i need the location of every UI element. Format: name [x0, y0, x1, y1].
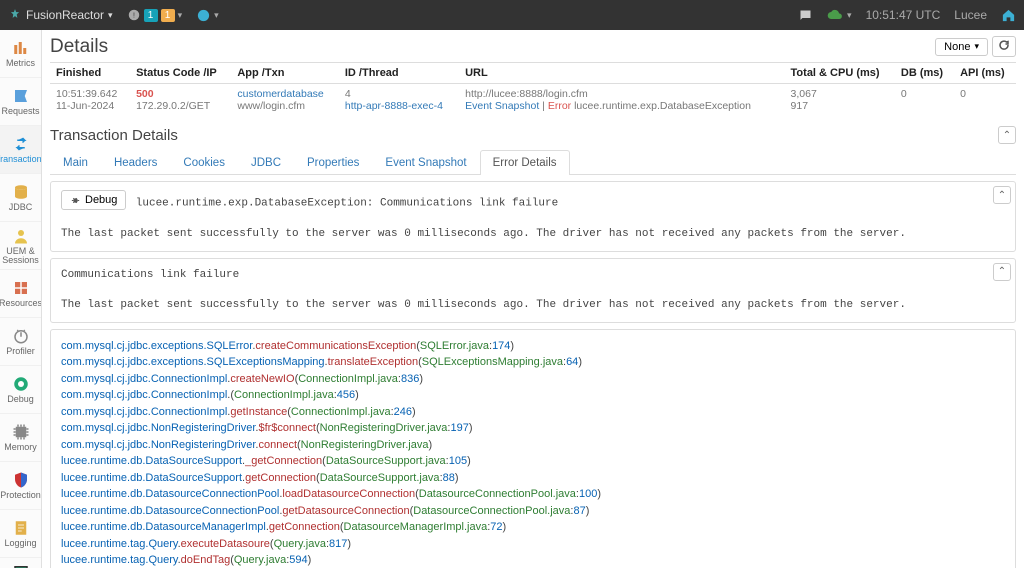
col-idthread: ID /Thread [339, 63, 459, 84]
sidebar-item-memory[interactable]: Memory [0, 414, 41, 462]
url-text: http://lucee:8888/login.cfm [465, 88, 778, 100]
stack-frame: com.mysql.cj.jdbc.ConnectionImpl.getInst… [61, 404, 1005, 421]
status-code: 500 [136, 88, 225, 100]
error-headline: lucee.runtime.exp.DatabaseException: Com… [136, 198, 558, 210]
comm-failure: Communications link failure [61, 267, 1005, 284]
chat-icon[interactable] [798, 8, 813, 23]
tab-error-details[interactable]: Error Details [480, 150, 570, 175]
badge-info: 1 [144, 9, 158, 22]
tab-jdbc[interactable]: JDBC [238, 150, 294, 175]
stack-frame: com.mysql.cj.jdbc.NonRegisteringDriver.$… [61, 420, 1005, 437]
caret-down-icon: ▾ [974, 41, 979, 52]
brand-label: FusionReactor [26, 8, 104, 22]
svg-text:!: ! [133, 12, 135, 19]
sidebar-item-debug[interactable]: Debug [0, 366, 41, 414]
user-label[interactable]: Lucee [954, 8, 987, 22]
stacktrace-panel: com.mysql.cj.jdbc.exceptions.SQLError.cr… [50, 329, 1016, 568]
finished-time: 10:51:39.642 [56, 88, 124, 100]
refresh-button[interactable] [992, 36, 1016, 57]
caret-down-icon: ▾ [847, 10, 852, 21]
total-time: 3,067 [791, 88, 889, 100]
stack-frame: lucee.runtime.db.DatasourceConnectionPoo… [61, 503, 1005, 520]
tab-main[interactable]: Main [50, 150, 101, 175]
db-time: 0 [895, 84, 954, 117]
top-navbar: FusionReactor ▾ ! 1 1 ▾ ▾ ▾ 10:51:47 UTC… [0, 0, 1024, 30]
stacktrace: com.mysql.cj.jdbc.exceptions.SQLError.cr… [51, 330, 1015, 568]
error-label: Error [548, 100, 571, 112]
sidebar-item-protection[interactable]: Protection [0, 462, 41, 510]
panel-collapse-button[interactable]: ⌃ [993, 263, 1011, 281]
notifications-menu[interactable]: ! 1 1 ▾ [127, 8, 183, 22]
tabs: MainHeadersCookiesJDBCPropertiesEvent Sn… [50, 150, 1016, 175]
stack-frame: com.mysql.cj.jdbc.exceptions.SQLExceptio… [61, 354, 1005, 371]
sidebar-item-requests[interactable]: Requests [0, 78, 41, 126]
detail-row: 10:51:39.642 11-Jun-2024 500 172.29.0.2/… [50, 84, 1016, 117]
section-collapse-button[interactable]: ⌃ [998, 126, 1016, 144]
error-summary-panel: ⌃ Debug lucee.runtime.exp.DatabaseExcept… [50, 181, 1016, 252]
packet-message: The last packet sent successfully to the… [61, 226, 1005, 243]
caret-down-icon: ▾ [108, 10, 113, 21]
sidebar-item-metrics[interactable]: Metrics [0, 30, 41, 78]
stack-frame: lucee.runtime.db.DatasourceConnectionPoo… [61, 486, 1005, 503]
txn-id: 4 [345, 88, 453, 100]
cloud-icon[interactable]: ▾ [827, 8, 852, 23]
bug-icon [70, 195, 81, 206]
app-link[interactable]: customerdatabase [237, 88, 333, 100]
stack-frame: lucee.runtime.db.DataSourceSupport._getC… [61, 453, 1005, 470]
page-title: Details [50, 36, 1016, 58]
col-total: Total & CPU (ms) [785, 63, 895, 84]
globe-menu[interactable]: ▾ [196, 8, 219, 23]
sidebar-item-system-resources[interactable]: System Resources [0, 558, 41, 568]
debug-button[interactable]: Debug [61, 190, 126, 210]
badge-warn: 1 [161, 9, 175, 22]
packet-message-2: The last packet sent successfully to the… [61, 297, 1005, 314]
home-icon[interactable] [1001, 8, 1016, 23]
client-ip: 172.29.0.2/GET [136, 100, 225, 112]
cpu-time: 917 [791, 100, 889, 112]
stack-frame: com.mysql.cj.jdbc.ConnectionImpl.createN… [61, 371, 1005, 388]
stack-frame: lucee.runtime.tag.Query.executeDatasoure… [61, 536, 1005, 553]
api-time: 0 [954, 84, 1016, 117]
stack-frame: com.mysql.cj.jdbc.exceptions.SQLError.cr… [61, 338, 1005, 355]
txn-path: www/login.cfm [237, 100, 333, 112]
col-status: Status Code /IP [130, 63, 231, 84]
event-snapshot-link[interactable]: Event Snapshot [465, 100, 539, 112]
sidebar-item-uem-sessions[interactable]: UEM & Sessions [0, 222, 41, 270]
tab-event-snapshot[interactable]: Event Snapshot [372, 150, 479, 175]
brand-menu[interactable]: FusionReactor ▾ [8, 8, 113, 22]
stack-frame: lucee.runtime.db.DatasourceManagerImpl.g… [61, 519, 1005, 536]
stack-frame: lucee.runtime.db.DataSourceSupport.getCo… [61, 470, 1005, 487]
col-finished: Finished [50, 63, 130, 84]
col-app: App /Txn [231, 63, 339, 84]
sidebar-item-logging[interactable]: Logging [0, 510, 41, 558]
stack-frame: lucee.runtime.tag.Query.doEndTag(Query.j… [61, 552, 1005, 568]
details-table: Finished Status Code /IP App /Txn ID /Th… [50, 62, 1016, 116]
col-api: API (ms) [954, 63, 1016, 84]
panel-collapse-button[interactable]: ⌃ [993, 186, 1011, 204]
refresh-mode-label: None [944, 41, 970, 53]
finished-date: 11-Jun-2024 [56, 100, 124, 112]
sidebar-item-transactions[interactable]: Transactions [0, 126, 41, 174]
stack-frame: com.mysql.cj.jdbc.NonRegisteringDriver.c… [61, 437, 1005, 454]
sidebar-item-resources[interactable]: Resources [0, 270, 41, 318]
col-db: DB (ms) [895, 63, 954, 84]
col-url: URL [459, 63, 784, 84]
refresh-mode-button[interactable]: None ▾ [935, 38, 988, 56]
section-title: Transaction Details [50, 127, 178, 144]
caret-down-icon: ▾ [214, 10, 219, 21]
error-exception: lucee.runtime.exp.DatabaseException [574, 100, 751, 112]
tab-headers[interactable]: Headers [101, 150, 170, 175]
sidebar-item-jdbc[interactable]: JDBC [0, 174, 41, 222]
tab-cookies[interactable]: Cookies [170, 150, 238, 175]
caret-down-icon: ▾ [178, 10, 183, 21]
thread-link[interactable]: http-apr-8888-exec-4 [345, 100, 453, 112]
debug-button-label: Debug [85, 194, 117, 206]
clock-label[interactable]: 10:51:47 UTC [866, 8, 941, 22]
main-content: None ▾ Details Finished Status Code /IP … [42, 30, 1024, 568]
error-detail-panel: ⌃ Communications link failure The last p… [50, 258, 1016, 323]
sidebar: MetricsRequestsTransactionsJDBCUEM & Ses… [0, 30, 42, 568]
tab-properties[interactable]: Properties [294, 150, 372, 175]
stack-frame: com.mysql.cj.jdbc.ConnectionImpl.(Connec… [61, 387, 1005, 404]
sidebar-item-profiler[interactable]: Profiler [0, 318, 41, 366]
